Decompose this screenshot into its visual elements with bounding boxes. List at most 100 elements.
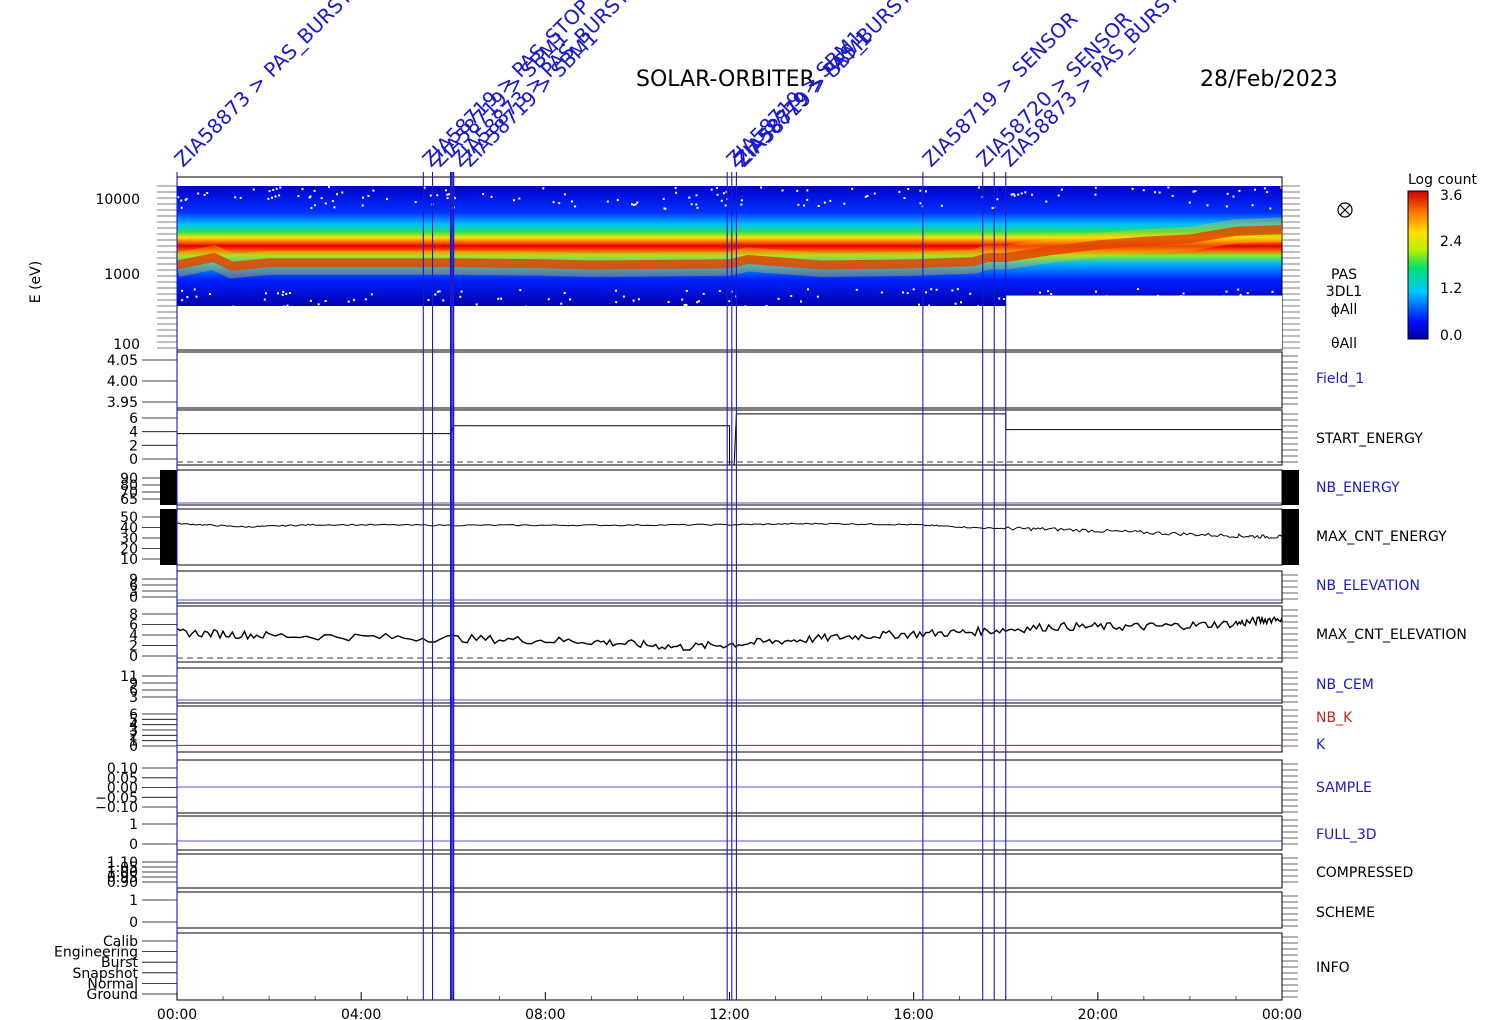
noise-pixel bbox=[616, 199, 619, 201]
noise-pixel bbox=[446, 197, 449, 200]
noise-pixel bbox=[907, 188, 910, 190]
series-traces bbox=[176, 413, 1283, 842]
noise-pixel bbox=[806, 198, 809, 201]
noise-pixel bbox=[569, 298, 571, 301]
noise-pixel bbox=[195, 295, 198, 298]
noise-pixel bbox=[662, 197, 665, 200]
noise-pixel bbox=[685, 304, 688, 306]
noise-pixel bbox=[286, 304, 289, 307]
plot-date: 28/Feb/2023 bbox=[1200, 67, 1338, 92]
noise-pixel bbox=[518, 197, 521, 200]
noise-pixel bbox=[615, 289, 617, 292]
noise-pixel bbox=[675, 191, 678, 194]
noise-pixel bbox=[940, 204, 943, 207]
noise-pixel bbox=[490, 195, 493, 198]
noise-pixel bbox=[855, 288, 858, 291]
noise-pixel bbox=[277, 292, 279, 295]
noise-pixel bbox=[281, 293, 284, 296]
noise-pixel bbox=[301, 188, 304, 191]
sample-tick: −0.10 bbox=[95, 800, 138, 816]
noise-pixel bbox=[954, 302, 957, 305]
noise-pixel bbox=[497, 297, 500, 300]
noise-pixel bbox=[683, 303, 686, 306]
scheme-panel-frame bbox=[176, 891, 1283, 929]
noise-pixel bbox=[1047, 290, 1050, 293]
noise-pixel bbox=[193, 288, 196, 291]
noise-pixel bbox=[1225, 290, 1228, 293]
field-1-tick: 4.00 bbox=[107, 374, 138, 390]
noise-pixel bbox=[436, 194, 439, 197]
noise-pixel bbox=[209, 293, 211, 295]
noise-pixel bbox=[790, 295, 793, 297]
noise-pixel bbox=[851, 187, 854, 190]
noise-pixel bbox=[823, 201, 826, 204]
noise-pixel bbox=[740, 199, 743, 202]
noise-pixel bbox=[816, 295, 819, 298]
noise-pixel bbox=[272, 188, 275, 191]
noise-pixel bbox=[1266, 191, 1269, 194]
noise-pixel bbox=[1094, 186, 1097, 189]
noise-pixel bbox=[1188, 201, 1191, 204]
energy-tick-10000: 10000 bbox=[95, 192, 140, 208]
noise-pixel bbox=[1057, 194, 1060, 197]
noise-pixel bbox=[1271, 290, 1274, 293]
noise-pixel bbox=[353, 299, 355, 302]
noise-pixel bbox=[429, 194, 432, 197]
noise-pixel bbox=[271, 196, 273, 199]
max-cnt-elevation-label: MAX_CNT_ELEVATION bbox=[1316, 627, 1467, 643]
noise-pixel bbox=[930, 288, 933, 291]
energy-tick-1000: 1000 bbox=[104, 267, 140, 283]
noise-pixel bbox=[1237, 288, 1240, 291]
noise-pixel bbox=[313, 204, 316, 207]
full-3d-panel-frame bbox=[176, 815, 1283, 851]
noise-pixel bbox=[716, 193, 719, 196]
noise-pixel bbox=[720, 199, 723, 202]
noise-pixel bbox=[234, 196, 237, 199]
noise-pixel bbox=[288, 292, 291, 294]
nb-energy-label: NB_ENERGY bbox=[1316, 480, 1400, 496]
noise-pixel bbox=[1060, 188, 1063, 191]
noise-pixel bbox=[1024, 191, 1027, 194]
noise-pixel bbox=[386, 198, 388, 201]
noise-pixel bbox=[285, 293, 288, 295]
nb-cem-tick: 3 bbox=[129, 690, 138, 706]
noise-pixel bbox=[331, 200, 334, 203]
max-cnt-energy-panel-frame bbox=[176, 508, 1283, 566]
side-label-theta: θAll bbox=[1331, 336, 1357, 352]
noise-pixel bbox=[632, 299, 635, 302]
noise-pixel bbox=[180, 199, 183, 202]
noise-pixel bbox=[310, 207, 313, 209]
noise-pixel bbox=[1254, 188, 1256, 191]
info-panel-frame bbox=[176, 932, 1283, 1001]
noise-pixel bbox=[1192, 190, 1195, 193]
noise-pixel bbox=[362, 196, 364, 199]
spectrogram-ylabel: E (eV) bbox=[28, 261, 44, 303]
noise-pixel bbox=[796, 189, 799, 192]
noise-pixel bbox=[370, 293, 373, 296]
noise-pixel bbox=[637, 298, 640, 301]
compressed-label: COMPRESSED bbox=[1316, 865, 1413, 881]
noise-pixel bbox=[1194, 190, 1197, 193]
noise-pixel bbox=[803, 204, 805, 207]
nb-elevation-label: NB_ELEVATION bbox=[1316, 578, 1420, 594]
noise-pixel bbox=[206, 192, 209, 194]
noise-pixel bbox=[1226, 192, 1229, 195]
time-tick-label: 16:00 bbox=[893, 1007, 933, 1020]
noise-pixel bbox=[1263, 187, 1266, 190]
time-tick-label: 20:00 bbox=[1078, 1007, 1118, 1020]
noise-pixel bbox=[442, 299, 445, 302]
noise-pixel bbox=[681, 298, 684, 301]
full-3d-tick: 1 bbox=[129, 817, 138, 833]
noise-pixel bbox=[716, 187, 718, 189]
noise-pixel bbox=[777, 297, 780, 300]
noise-pixel bbox=[203, 193, 206, 196]
noise-pixel bbox=[513, 199, 515, 202]
noise-pixel bbox=[977, 305, 979, 308]
noise-pixel bbox=[829, 199, 832, 202]
noise-pixel bbox=[1206, 204, 1209, 207]
noise-pixel bbox=[372, 189, 375, 192]
noise-pixel bbox=[781, 189, 784, 192]
noise-pixel bbox=[1182, 292, 1185, 295]
noise-pixel bbox=[560, 302, 563, 305]
noise-pixel bbox=[969, 292, 972, 295]
